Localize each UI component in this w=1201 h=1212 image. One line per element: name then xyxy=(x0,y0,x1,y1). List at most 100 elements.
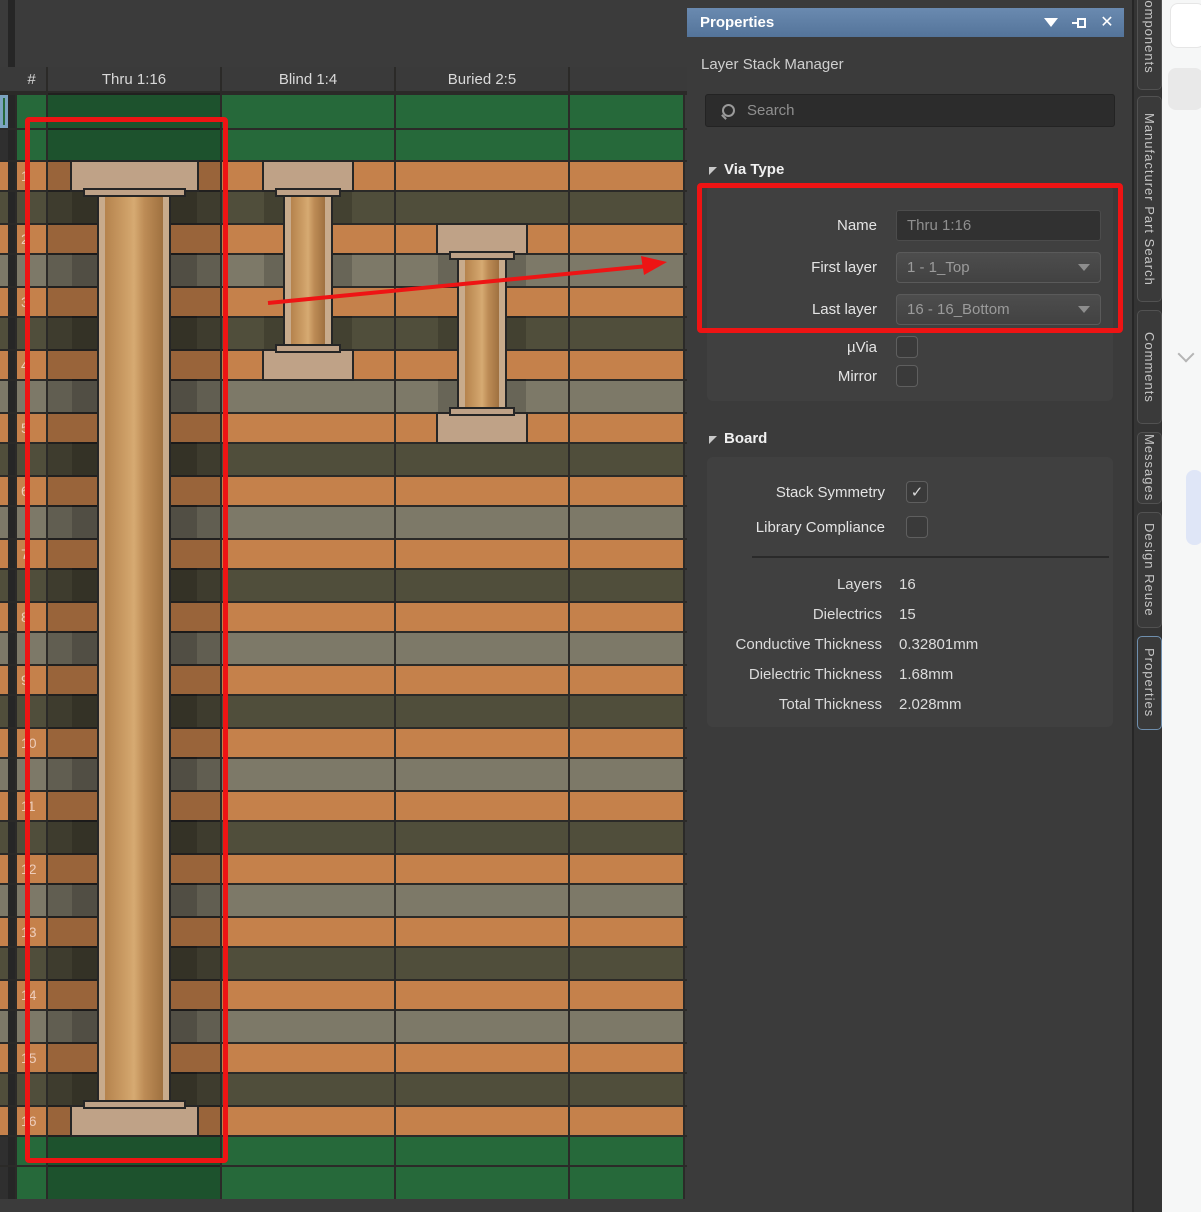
uvia-checkbox[interactable] xyxy=(896,336,918,358)
dielectric-row[interactable] xyxy=(0,946,687,979)
copper-layer-row[interactable]: 9 xyxy=(0,664,687,694)
cell-buried xyxy=(394,130,568,160)
cell-buried xyxy=(394,381,568,412)
layer-number: 10 xyxy=(15,729,46,757)
row-gutter xyxy=(8,318,15,349)
row-select-strip xyxy=(0,444,8,475)
cell-buried xyxy=(394,288,568,316)
dielectric-row[interactable] xyxy=(0,694,687,727)
solder-mask-row[interactable] xyxy=(0,93,687,128)
column-header-blind[interactable]: Blind 1:4 xyxy=(220,67,394,91)
copper-layer-row[interactable]: 14 xyxy=(0,979,687,1009)
background-card xyxy=(1168,68,1201,110)
first-layer-label: First layer xyxy=(707,259,877,276)
panel-subtitle: Layer Stack Manager xyxy=(701,56,844,73)
copper-layer-row[interactable]: 1 xyxy=(0,160,687,190)
row-select-strip xyxy=(0,192,8,223)
search-input[interactable] xyxy=(745,101,1089,120)
solder-mask-row[interactable] xyxy=(0,1165,687,1199)
side-tab-properties[interactable]: Properties xyxy=(1137,636,1162,730)
dielectric-row[interactable] xyxy=(0,253,687,286)
dielectric-row[interactable] xyxy=(0,190,687,223)
library-compliance-checkbox[interactable] xyxy=(906,516,928,538)
layer-number xyxy=(15,130,46,160)
copper-layer-row[interactable]: 8 xyxy=(0,601,687,631)
layer-number: 7 xyxy=(15,540,46,568)
cell-empty xyxy=(568,95,685,128)
column-header-thru[interactable]: Thru 1:16 xyxy=(46,67,220,91)
cell-buried xyxy=(394,918,568,946)
cell-blind xyxy=(220,192,394,223)
dielectric-row[interactable] xyxy=(0,820,687,853)
cell-empty xyxy=(568,130,685,160)
copper-layer-row[interactable]: 15 xyxy=(0,1042,687,1072)
row-select-strip xyxy=(0,570,8,601)
side-tab-components[interactable]: Components xyxy=(1137,0,1162,90)
mirror-checkbox[interactable] xyxy=(896,365,918,387)
dielectric-row[interactable] xyxy=(0,1072,687,1105)
cell-empty xyxy=(568,948,685,979)
cell-thru xyxy=(46,759,220,790)
row-gutter xyxy=(8,288,15,316)
cell-empty xyxy=(568,540,685,568)
last-layer-label: Last layer xyxy=(707,301,877,318)
board-section-header[interactable]: Board xyxy=(709,430,767,447)
stack-symmetry-checkbox[interactable]: ✓ xyxy=(906,481,928,503)
dielectric-row[interactable] xyxy=(0,883,687,916)
solder-mask-row[interactable] xyxy=(0,128,687,160)
dielectric-row[interactable] xyxy=(0,568,687,601)
copper-layer-row[interactable]: 3 xyxy=(0,286,687,316)
row-gutter xyxy=(8,948,15,979)
copper-layer-row[interactable]: 4 xyxy=(0,349,687,379)
layer-number xyxy=(15,885,46,916)
copper-layer-row[interactable]: 5 xyxy=(0,412,687,442)
cell-empty xyxy=(568,351,685,379)
cell-thru xyxy=(46,255,220,286)
first-layer-dropdown[interactable]: 1 - 1_Top xyxy=(896,252,1101,283)
dielectric-row[interactable] xyxy=(0,1009,687,1042)
column-header-empty xyxy=(568,67,685,91)
layer-number: 12 xyxy=(15,855,46,883)
last-layer-dropdown[interactable]: 16 - 16_Bottom xyxy=(896,294,1101,325)
cell-thru xyxy=(46,95,220,128)
copper-layer-row[interactable]: 13 xyxy=(0,916,687,946)
layer-number: 4 xyxy=(15,351,46,379)
copper-layer-row[interactable]: 11 xyxy=(0,790,687,820)
column-header-buried[interactable]: Buried 2:5 xyxy=(394,67,568,91)
cell-thru xyxy=(46,351,220,379)
close-icon[interactable]: ✕ xyxy=(1096,12,1118,34)
cell-thru xyxy=(46,318,220,349)
copper-layer-row[interactable]: 2 xyxy=(0,223,687,253)
cell-empty xyxy=(568,255,685,286)
pin-icon[interactable] xyxy=(1068,12,1090,34)
dielectric-row[interactable] xyxy=(0,442,687,475)
side-tab-messages[interactable]: Messages xyxy=(1137,432,1162,504)
row-select-strip xyxy=(0,130,8,160)
cell-blind xyxy=(220,1167,394,1199)
dielectric-row[interactable] xyxy=(0,379,687,412)
copper-layer-row[interactable]: 12 xyxy=(0,853,687,883)
via-type-section-header[interactable]: Via Type xyxy=(709,161,784,178)
cell-blind xyxy=(220,696,394,727)
dielectric-row[interactable] xyxy=(0,505,687,538)
cell-blind xyxy=(220,381,394,412)
column-header-num: # xyxy=(15,67,46,91)
row-gutter xyxy=(8,981,15,1009)
solder-mask-row[interactable] xyxy=(0,1135,687,1165)
copper-layer-row[interactable]: 10 xyxy=(0,727,687,757)
side-tab-manufacturer-part-search[interactable]: Manufacturer Part Search xyxy=(1137,96,1162,302)
copper-layer-row[interactable]: 16 xyxy=(0,1105,687,1135)
dielectric-row[interactable] xyxy=(0,316,687,349)
dielectric-row[interactable] xyxy=(0,757,687,790)
row-gutter xyxy=(8,855,15,883)
cell-empty xyxy=(568,225,685,253)
copper-layer-row[interactable]: 7 xyxy=(0,538,687,568)
side-tab-design-reuse[interactable]: Design Reuse xyxy=(1137,512,1162,628)
dropdown-arrow-icon[interactable] xyxy=(1040,12,1062,34)
copper-layer-row[interactable]: 6 xyxy=(0,475,687,505)
dielectric-row[interactable] xyxy=(0,631,687,664)
via-name-input[interactable] xyxy=(896,210,1101,241)
side-tab-comments[interactable]: Comments xyxy=(1137,310,1162,424)
row-select-strip xyxy=(0,885,8,916)
board-stat-row: Dielectric Thickness1.68mm xyxy=(707,659,1113,689)
